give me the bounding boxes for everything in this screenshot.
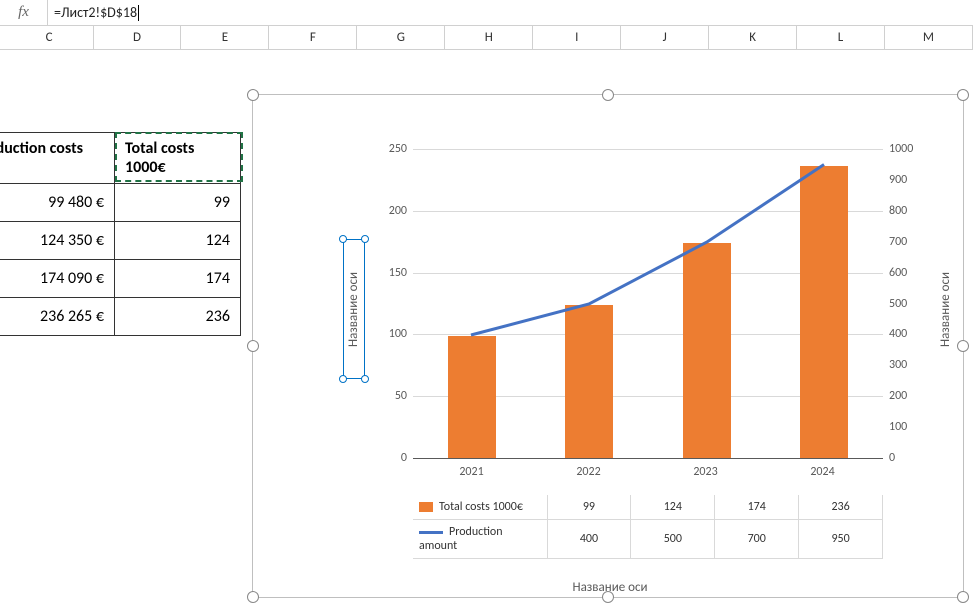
y-left-tick: 150 (389, 266, 407, 280)
y-left-tick: 0 (401, 451, 407, 465)
y-right-tick: 900 (889, 173, 907, 187)
chart-plot-area[interactable]: Название оси Название оси 0 50 (277, 129, 943, 533)
table-row[interactable]: 99 480 € 99 (0, 184, 241, 222)
data-cell: 236 (799, 495, 883, 520)
table-row[interactable]: 124 350 € 124 (0, 222, 241, 260)
cell-production-costs[interactable]: 124 350 € (0, 222, 115, 260)
col-head-M[interactable]: M (885, 26, 973, 49)
data-cell: 700 (715, 520, 799, 559)
y-right-tick: 700 (889, 235, 907, 249)
resize-handle[interactable] (247, 340, 259, 352)
col-head-I[interactable]: I (533, 26, 621, 49)
table-row[interactable]: 236 265 € 236 (0, 298, 241, 336)
col-head-G[interactable]: G (357, 26, 445, 49)
resize-handle[interactable] (602, 89, 614, 101)
resize-handle[interactable] (957, 340, 969, 352)
cell-production-costs[interactable]: 236 265 € (0, 298, 115, 336)
y-right-tick: 600 (889, 266, 907, 280)
y-axis-title-right[interactable]: Название оси (935, 239, 957, 379)
chart-object[interactable]: Название оси Название оси 0 50 (252, 94, 964, 598)
cell-total-costs[interactable]: 124 (115, 222, 241, 260)
cell-total-costs[interactable]: 99 (115, 184, 241, 222)
y-right-tick: 200 (889, 389, 907, 403)
data-cell: 124 (631, 495, 715, 520)
y-right-tick: 400 (889, 327, 907, 341)
legend-row-line[interactable]: Production amount 400 500 700 950 (413, 520, 883, 559)
data-cell: 99 (547, 495, 631, 520)
bar-swatch-icon (419, 502, 433, 512)
col-head-H[interactable]: H (445, 26, 533, 49)
y-left-tick: 50 (395, 389, 407, 403)
y-right-tick: 300 (889, 358, 907, 372)
col-head-E[interactable]: E (181, 26, 269, 49)
col-head-F[interactable]: F (269, 26, 357, 49)
y-right-tick: 800 (889, 204, 907, 218)
legend-label-line: Production amount (419, 525, 503, 553)
x-axis-title[interactable]: Название оси (277, 580, 943, 595)
x-cat: 2022 (530, 465, 647, 489)
cell-production-costs[interactable]: 99 480 € (0, 184, 115, 222)
y-axis-title-left-text: Название оси (347, 271, 362, 346)
text-resize-handle[interactable] (361, 235, 369, 243)
cell-total-costs[interactable]: 236 (115, 298, 241, 336)
fx-icon[interactable]: fx (0, 0, 48, 25)
col-head-C[interactable]: C (6, 26, 94, 49)
col-head-K[interactable]: K (709, 26, 797, 49)
y-right-tick: 0 (889, 451, 895, 465)
table-row[interactable]: 174 090 € 174 (0, 260, 241, 298)
chart-data-table[interactable]: Total costs 1000€ 99 124 174 236 Product… (413, 495, 883, 559)
resize-handle[interactable] (247, 89, 259, 101)
source-data-table[interactable]: Production costs Total costs 1000€ 99 48… (0, 132, 241, 336)
text-caret (138, 5, 139, 21)
x-cat: 2023 (647, 465, 764, 489)
x-cat: 2021 (413, 465, 530, 489)
y-right-tick: 1000 (889, 142, 913, 156)
col-head-L[interactable]: L (797, 26, 885, 49)
data-cell: 174 (715, 495, 799, 520)
data-cell: 400 (547, 520, 631, 559)
formula-input[interactable]: =Лист2!$D$18 (48, 0, 973, 25)
formula-text: =Лист2!$D$18 (54, 4, 137, 21)
table-header-production-costs[interactable]: Production costs (0, 133, 115, 184)
chart-plot[interactable]: 0 50 100 150 200 250 0 100 200 300 400 5… (413, 149, 883, 459)
data-cell: 950 (799, 520, 883, 559)
worksheet-area[interactable]: Production costs Total costs 1000€ 99 48… (0, 50, 973, 560)
x-category-labels: 2021 2022 2023 2024 (413, 465, 881, 489)
y-right-tick: 100 (889, 420, 907, 434)
legend-label-bars: Total costs 1000€ (439, 500, 523, 514)
legend-row-bars[interactable]: Total costs 1000€ 99 124 174 236 (413, 495, 883, 520)
line-swatch-icon (419, 531, 443, 534)
resize-handle[interactable] (957, 89, 969, 101)
y-left-tick: 100 (389, 327, 407, 341)
resize-handle[interactable] (957, 591, 969, 603)
text-resize-handle[interactable] (361, 375, 369, 383)
table-header-total-costs[interactable]: Total costs 1000€ (115, 133, 241, 184)
formula-bar: fx =Лист2!$D$18 (0, 0, 973, 26)
y-left-tick: 250 (389, 142, 407, 156)
text-resize-handle[interactable] (339, 235, 347, 243)
y-axis-title-left[interactable]: Название оси (343, 239, 365, 379)
cell-total-costs[interactable]: 174 (115, 260, 241, 298)
col-head-D[interactable]: D (94, 26, 182, 49)
resize-handle[interactable] (247, 591, 259, 603)
column-header-row: C D E F G H I J K L M (0, 26, 973, 50)
y-right-tick: 500 (889, 297, 907, 311)
line-series[interactable] (413, 149, 883, 459)
text-resize-handle[interactable] (339, 375, 347, 383)
y-axis-title-right-text: Название оси (939, 271, 954, 346)
y-left-tick: 200 (389, 204, 407, 218)
x-cat: 2024 (764, 465, 881, 489)
cell-production-costs[interactable]: 174 090 € (0, 260, 115, 298)
data-cell: 500 (631, 520, 715, 559)
col-head-J[interactable]: J (621, 26, 709, 49)
